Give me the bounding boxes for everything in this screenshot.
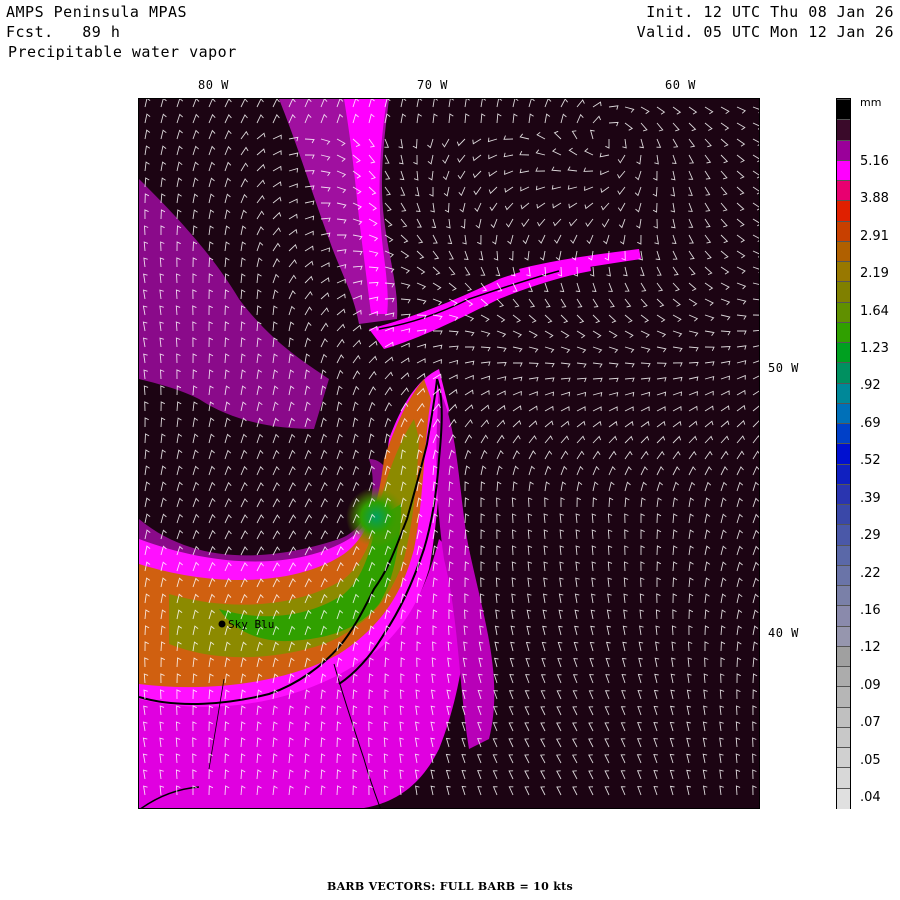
colorbar-units: mm: [860, 96, 882, 109]
colorbar-swatch: [837, 625, 850, 647]
init-time: Init. 12 UTC Thu 08 Jan 26: [646, 3, 894, 21]
colorbar-swatch: [837, 443, 850, 465]
colorbar-swatch: [837, 767, 850, 789]
colorbar-label: 2.19: [860, 266, 889, 282]
moisture-maximum: [346, 487, 406, 547]
lat-label-50: 50 W: [768, 361, 799, 375]
colorbar-swatch: [837, 200, 850, 222]
colorbar-swatch: [837, 726, 850, 749]
colorbar-swatch: [837, 119, 850, 141]
colorbar-swatch: [837, 382, 850, 404]
station-marker-sky-blu: [218, 620, 226, 628]
colorbar-swatch: [837, 787, 850, 809]
colorbar-swatch: [837, 585, 850, 607]
valid-time: Valid. 05 UTC Mon 12 Jan 26: [636, 23, 894, 41]
colorbar-swatch: [837, 483, 850, 506]
colorbar-swatch: [837, 281, 850, 303]
colorbar-swatch: [837, 402, 850, 425]
colorbar-swatch: [837, 362, 850, 384]
barb-note: BARB VECTORS: FULL BARB = 10 kts: [327, 880, 573, 893]
colorbar-label: .39: [860, 490, 881, 506]
colorbar-swatch: [837, 99, 850, 121]
map-panel: Sky Blu: [138, 98, 760, 809]
colorbar-label: 5.16: [860, 154, 889, 169]
colorbar-label: .29: [860, 528, 881, 544]
colorbar-label: 1.23: [860, 341, 889, 357]
lon-label-70w: 70 W: [417, 78, 448, 92]
colorbar-swatch: [837, 220, 850, 242]
colorbar-swatch: [837, 463, 850, 485]
field-name: Precipitable water vapor: [8, 43, 237, 61]
colorbar-label: 2.91: [860, 228, 889, 244]
colorbar-label: .22: [860, 565, 881, 581]
colorbar-label: .12: [860, 640, 881, 656]
colorbar: [836, 98, 851, 809]
lat-label-40: 40 W: [768, 626, 799, 640]
colorbar-label: .52: [860, 453, 881, 469]
colorbar-swatch: [837, 159, 850, 182]
colorbar-swatch: [837, 666, 850, 688]
colorbar-label: .09: [860, 677, 881, 693]
colorbar-label: .04: [860, 790, 881, 805]
colorbar-swatch: [837, 605, 850, 627]
colorbar-swatch: [837, 645, 850, 668]
colorbar-swatch: [837, 747, 850, 769]
colorbar-swatch: [837, 321, 850, 344]
colorbar-swatch: [837, 180, 850, 202]
map-canvas: Sky Blu: [139, 99, 759, 808]
colorbar-label: .92: [860, 378, 881, 394]
colorbar-swatch: [837, 686, 850, 708]
colorbar-swatch: [837, 524, 850, 546]
colorbar-label: .05: [860, 752, 881, 768]
lon-label-60w: 60 W: [665, 78, 696, 92]
map-title: AMPS Peninsula MPAS: [6, 3, 188, 21]
lon-label-80w: 80 W: [198, 78, 229, 92]
colorbar-swatch: [837, 261, 850, 283]
colorbar-swatch: [837, 423, 850, 445]
forecast-hour: Fcst. 89 h: [6, 23, 121, 41]
colorbar-swatch: [837, 706, 850, 728]
colorbar-swatch: [837, 504, 850, 526]
colorbar-swatch: [837, 139, 850, 161]
colorbar-label: .16: [860, 602, 881, 618]
colorbar-swatch: [837, 240, 850, 263]
colorbar-label: 1.64: [860, 303, 889, 319]
colorbar-swatch: [837, 301, 850, 323]
colorbar-swatch: [837, 544, 850, 566]
colorbar-swatch: [837, 564, 850, 587]
station-label-sky-blu: Sky Blu: [228, 618, 274, 631]
colorbar-label: 3.88: [860, 191, 889, 207]
colorbar-label: .07: [860, 715, 881, 731]
colorbar-swatch: [837, 342, 850, 364]
colorbar-label: .69: [860, 415, 881, 431]
